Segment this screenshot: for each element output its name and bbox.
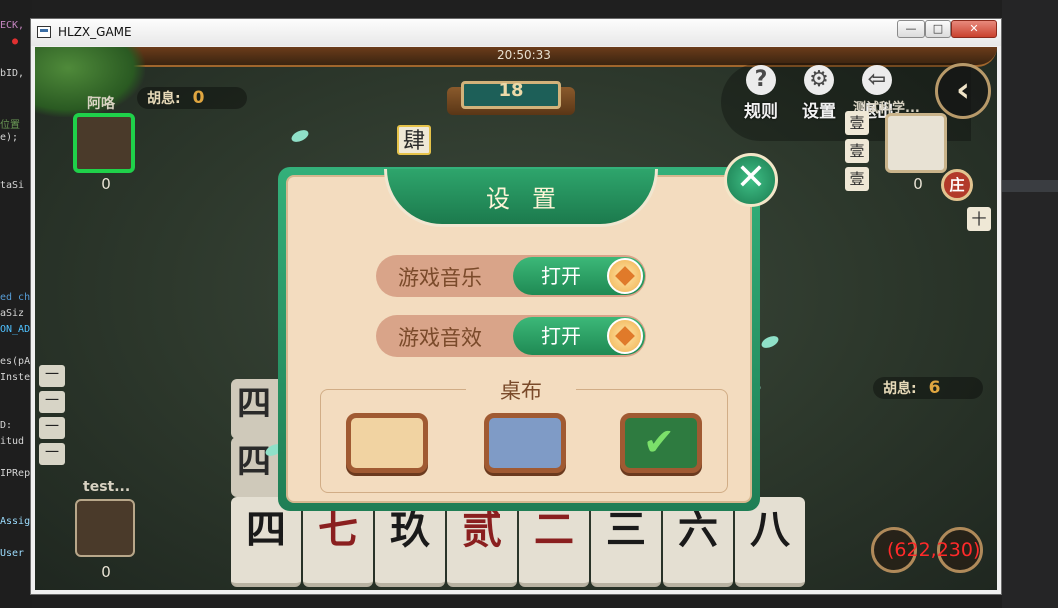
player-score-bottom-left: 0 [101, 563, 111, 581]
maximize-button[interactable]: □ [925, 20, 951, 38]
player-name-top-left: 阿咯 [87, 96, 115, 112]
cloth-option-beige[interactable] [346, 413, 428, 473]
ide-line: e); [0, 132, 19, 143]
ide-line: taSi [0, 180, 25, 191]
music-label: 游戏音乐 [398, 266, 482, 290]
hu-label: 胡息: [883, 381, 917, 397]
music-row: 游戏音乐 打开 [376, 255, 646, 297]
dealer-badge: 庄 [941, 169, 973, 201]
ide-line: aSiz [0, 308, 25, 319]
left-stack-tile: 一 [39, 391, 65, 413]
sfx-label: 游戏音效 [398, 326, 482, 350]
title-bar[interactable]: HLZX_GAME — □ ✕ [31, 19, 1001, 46]
cloth-option-green[interactable]: ✔ [620, 413, 702, 473]
left-stack-tile: 一 [39, 365, 65, 387]
ide-line: User [0, 548, 25, 559]
ide-breakpoint: ● [12, 36, 19, 47]
clock: 20:50:33 [497, 48, 551, 62]
toggle-knob-icon [607, 318, 643, 354]
window-title: HLZX_GAME [58, 25, 132, 39]
music-state: 打开 [541, 264, 581, 288]
dialog-title: 设置 [486, 185, 578, 213]
hu-score-top-left: 胡息: 0 [137, 87, 247, 109]
left-stack-tile: 一 [39, 417, 65, 439]
dialog-close-button[interactable]: ✕ [724, 153, 778, 207]
cloth-option-blue[interactable] [484, 413, 566, 473]
game-canvas: 20:50:33 胡息: 0 18 ? 规则 ⚙ 设置 ⇦ 退出 ‹ 阿咯 0 测试科学… [35, 47, 997, 590]
exit-door-icon: ⇦ [862, 65, 892, 95]
meld-tile: 壹 [845, 167, 869, 191]
meld-tile: 壹 [845, 139, 869, 163]
minimize-button[interactable]: — [897, 20, 925, 38]
petal-decoration [759, 333, 781, 351]
rules-button[interactable]: ? 规则 [739, 65, 783, 122]
ide-line: itud [0, 436, 25, 447]
game-window: HLZX_GAME — □ ✕ 20:50:33 胡息: 0 18 ? 规则 ⚙ 设置… [30, 18, 1002, 595]
ide-band [1002, 180, 1058, 192]
music-toggle[interactable]: 打开 [513, 257, 645, 295]
ide-line: ed ch [0, 292, 31, 303]
ide-line: Inste [0, 372, 31, 383]
ide-line: D: [0, 420, 13, 431]
player-name-bottom-left: test... [83, 479, 131, 495]
rules-label: 规则 [744, 102, 778, 122]
sfx-row: 游戏音效 打开 [376, 315, 646, 357]
settings-dialog: 设置 游戏音乐 打开 游戏音效 打开 桌布 ✔ ✕ [278, 153, 778, 511]
sfx-toggle[interactable]: 打开 [513, 317, 645, 355]
hu-score-right: 胡息: 6 [873, 377, 983, 399]
player-score-top-right: 0 [913, 175, 923, 193]
ide-line: IPRep [0, 468, 31, 479]
cloth-title: 桌布 [288, 375, 754, 405]
close-window-button[interactable]: ✕ [951, 20, 997, 38]
tile-deck: 18 [447, 79, 575, 119]
cloth-title-text: 桌布 [500, 379, 542, 403]
coordinate-readout: (622,230) [887, 539, 981, 561]
left-stack-tile: 一 [39, 443, 65, 465]
player-score-top-left: 0 [101, 175, 111, 193]
right-tile: 十 [967, 207, 991, 231]
avatar-top-right[interactable] [885, 113, 947, 173]
app-icon [37, 26, 51, 38]
sfx-state: 打开 [541, 324, 581, 348]
ide-left-panel: ECK, ● bID, 位置 e); taSi ed ch aSiz ON_AD… [0, 0, 32, 608]
dialog-header: 设置 [384, 169, 658, 227]
ide-line: es(pA [0, 356, 31, 367]
gear-icon: ⚙ [804, 65, 834, 95]
dialog-panel: 设置 游戏音乐 打开 游戏音效 打开 桌布 ✔ [286, 169, 754, 503]
played-tile: 肆 [397, 125, 431, 155]
hu-value: 6 [928, 378, 941, 398]
help-icon: ? [746, 65, 776, 95]
settings-button[interactable]: ⚙ 设置 [797, 65, 841, 122]
ide-right-panel [1002, 0, 1058, 608]
ide-line: 位置 [0, 120, 20, 131]
avatar-bottom-left[interactable] [75, 499, 135, 557]
toggle-knob-icon [607, 258, 643, 294]
ide-line: Assign [0, 516, 32, 527]
hu-label: 胡息: [147, 91, 181, 107]
ide-line: bID, [0, 68, 25, 79]
deck-count: 18 [498, 80, 524, 101]
ide-line: ON_AD [0, 324, 31, 335]
petal-decoration [289, 127, 311, 145]
avatar-top-left[interactable] [73, 113, 135, 173]
meld-tile: 壹 [845, 111, 869, 135]
check-icon: ✔ [643, 420, 675, 464]
hu-value: 0 [192, 88, 205, 108]
settings-label: 设置 [802, 102, 836, 122]
back-button[interactable]: ‹ [935, 63, 991, 119]
ide-line: ECK, [0, 20, 25, 31]
